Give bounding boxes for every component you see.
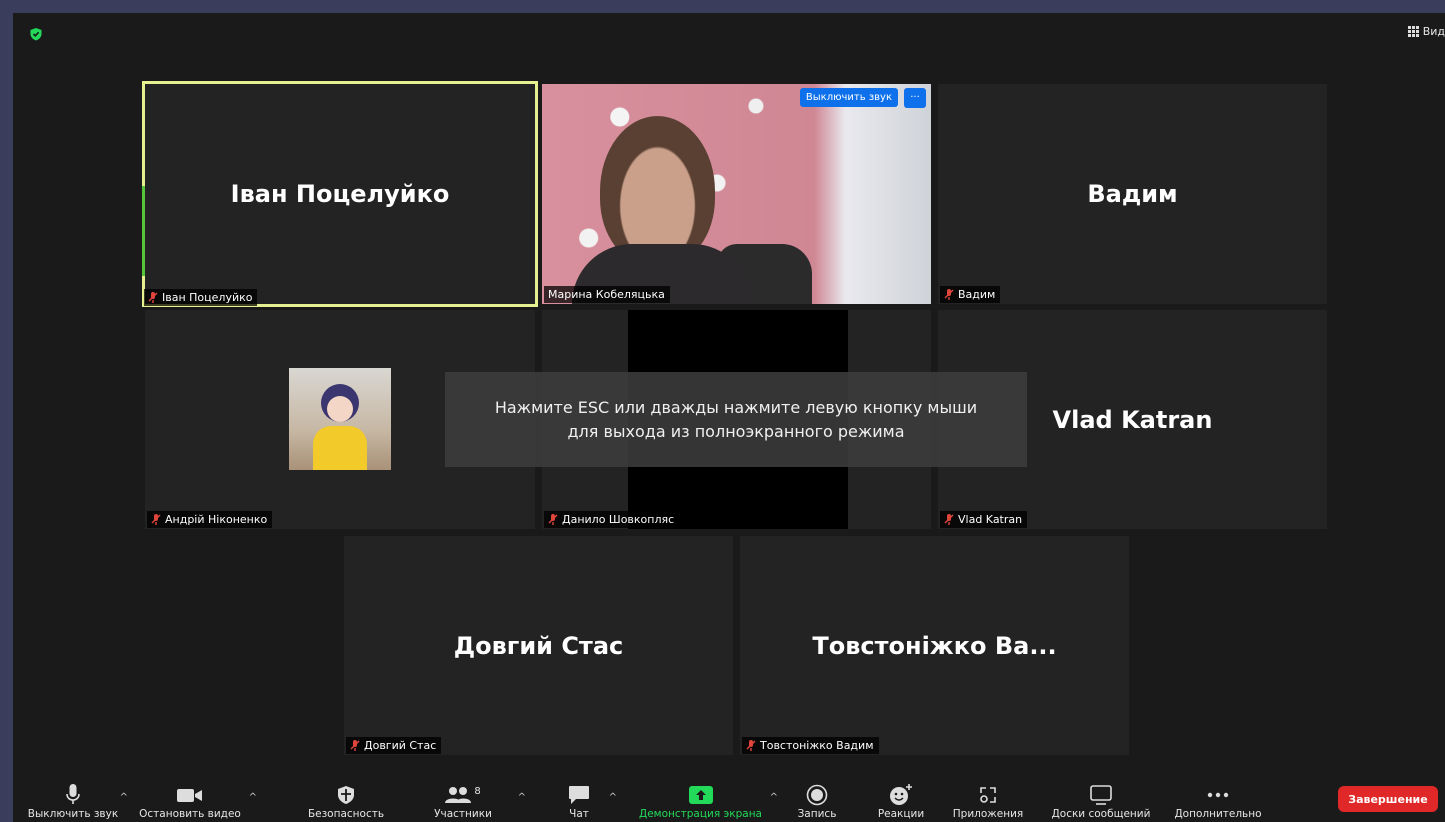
participant-display-name: Довгий Стас <box>453 631 624 660</box>
shield-icon <box>338 786 354 804</box>
tile-more-button[interactable]: ··· <box>904 88 926 108</box>
chat-button[interactable]: Чат ^ <box>557 782 617 820</box>
participant-tile-7[interactable]: Довгий Стас Довгий Стас <box>344 536 733 755</box>
reactions-button[interactable]: Реакции <box>871 782 931 820</box>
mute-label: Выключить звук <box>27 808 119 820</box>
participants-icon <box>445 787 472 803</box>
participant-name-label: Андрій Ніконенко <box>165 513 268 526</box>
mute-button[interactable]: Выключить звук ^ <box>23 782 128 820</box>
chevron-up-icon[interactable]: ^ <box>770 792 778 803</box>
zoom-meeting-window: Вид Іван Поцелуйко Іван Поцелуйко Выключ… <box>13 13 1445 822</box>
fullscreen-exit-hint: Нажмите ESC или дважды нажмите левую кно… <box>445 372 1027 467</box>
avatar-face-shape <box>327 396 353 422</box>
participant-tile-8[interactable]: Товстоніжко Ва... Товстоніжко Вадим <box>740 536 1129 755</box>
chevron-up-icon[interactable]: ^ <box>249 792 257 803</box>
security-label: Безопасность <box>307 808 385 820</box>
participants-count: 8 <box>474 785 481 797</box>
participant-name-label: Вадим <box>958 288 996 301</box>
muted-mic-icon <box>548 514 558 525</box>
grid-icon <box>1407 26 1419 37</box>
participant-avatar-image <box>289 368 391 470</box>
participant-tile-1[interactable]: Іван Поцелуйко Іван Поцелуйко <box>142 81 538 307</box>
record-button[interactable]: Запись <box>789 782 845 820</box>
participants-label: Участники <box>434 808 492 820</box>
more-dots-icon <box>1207 792 1229 798</box>
participant-name-tag: Іван Поцелуйко <box>144 289 258 306</box>
more-options-label: Дополнительно <box>1174 808 1262 820</box>
reaction-smiley-icon <box>890 784 912 805</box>
security-button[interactable]: Безопасность <box>301 782 391 820</box>
chevron-up-icon[interactable]: ^ <box>120 792 128 803</box>
muted-mic-icon <box>350 740 360 751</box>
whiteboards-label: Доски сообщений <box>1051 808 1151 820</box>
participant-name-label: Довгий Стас <box>364 739 437 752</box>
chat-bubble-icon <box>569 786 589 804</box>
tile-unmute-button[interactable]: Выключить звук <box>799 88 898 107</box>
participant-tile-3[interactable]: Вадим Вадим <box>938 84 1327 304</box>
participant-name-label: Іван Поцелуйко <box>162 291 253 304</box>
participant-name-tag: Данило Шовкопляс <box>544 511 680 528</box>
more-options-button[interactable]: Дополнительно <box>1168 782 1268 820</box>
reactions-label: Реакции <box>877 808 925 820</box>
avatar-body-shape <box>313 426 367 470</box>
participant-name-tag: Марина Кобеляцька <box>544 286 670 303</box>
stop-video-button[interactable]: Остановить видео ^ <box>135 782 257 820</box>
participant-name-label: Vlad Katran <box>958 513 1023 526</box>
participant-tile-2[interactable]: Выключить звук ··· Марина Кобеляцька <box>542 84 931 304</box>
apps-icon <box>980 787 996 803</box>
record-label: Запись <box>797 808 837 820</box>
chevron-up-icon[interactable]: ^ <box>609 792 617 803</box>
chevron-up-icon[interactable]: ^ <box>518 792 526 803</box>
share-screen-arrow-icon <box>688 786 713 804</box>
apps-label: Приложения <box>952 808 1024 820</box>
view-label: Вид <box>1422 25 1445 38</box>
chat-label: Чат <box>569 808 589 820</box>
record-icon <box>806 784 828 806</box>
stop-video-label: Остановить видео <box>139 808 241 820</box>
participants-button[interactable]: 8 Участники ^ <box>422 782 526 821</box>
meeting-toolbar: Выключить звук ^ Остановить видео ^ Безо… <box>13 766 1445 822</box>
whiteboard-icon <box>1090 785 1112 805</box>
share-screen-label: Демонстрация экрана <box>639 808 762 820</box>
video-camera-icon <box>177 789 202 802</box>
view-button[interactable]: Вид <box>1407 25 1445 38</box>
participant-display-name: Товстоніжко Ва... <box>812 631 1057 660</box>
participant-name-label: Данило Шовкопляс <box>562 513 675 526</box>
participant-name-tag: Vlad Katran <box>940 511 1028 528</box>
muted-mic-icon <box>151 514 161 525</box>
end-meeting-button[interactable]: Завершение <box>1338 786 1438 812</box>
whiteboards-button[interactable]: Доски сообщений <box>1045 782 1157 820</box>
participant-name-tag: Вадим <box>940 286 1001 303</box>
participant-display-name: Вадим <box>1087 180 1178 208</box>
muted-mic-icon <box>148 292 158 303</box>
participant-name-tag: Товстоніжко Вадим <box>742 737 879 754</box>
apps-button[interactable]: Приложения <box>950 782 1026 820</box>
participant-name-label: Товстоніжко Вадим <box>760 739 874 752</box>
participant-name-label: Марина Кобеляцька <box>548 288 665 301</box>
microphone-icon <box>66 784 80 804</box>
participant-name-tag: Довгий Стас <box>346 737 442 754</box>
participant-name-tag: Андрій Ніконенко <box>147 511 273 528</box>
muted-mic-icon <box>944 514 954 525</box>
muted-mic-icon <box>944 289 954 300</box>
muted-mic-icon <box>746 740 756 751</box>
participant-display-name: Іван Поцелуйко <box>230 180 450 208</box>
share-screen-button[interactable]: Демонстрация экрана ^ <box>633 782 778 820</box>
hint-line-2: для выхода из полноэкранного режима <box>567 421 905 441</box>
hint-line-1: Нажмите ESC или дважды нажмите левую кно… <box>494 397 978 417</box>
security-shield-icon[interactable] <box>29 27 43 41</box>
